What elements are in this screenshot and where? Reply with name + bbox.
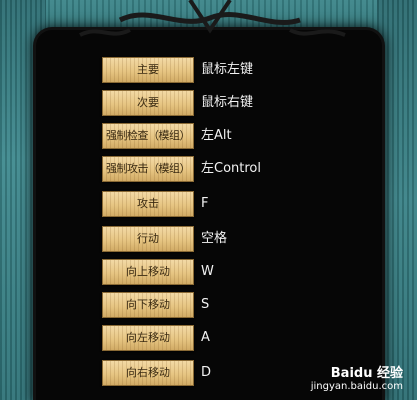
binding-key-label: 空格: [201, 231, 228, 246]
binding-action-button[interactable]: 向下移动: [102, 292, 194, 318]
binding-row: 向上移动 W: [102, 259, 402, 287]
binding-action-button[interactable]: 次要: [102, 90, 194, 116]
watermark: Baidu 经验 jingyan.baidu.com: [311, 362, 403, 392]
binding-row: 强制攻击（模组） 左Control: [102, 156, 402, 184]
watermark-url: jingyan.baidu.com: [310, 381, 403, 392]
binding-row: 攻击 F: [102, 191, 402, 219]
binding-action-button[interactable]: 强制检查（模组）: [102, 123, 194, 149]
binding-key-label: 左Control: [201, 161, 261, 176]
binding-row: 向左移动 A: [102, 325, 402, 353]
binding-key-label: F: [201, 196, 209, 211]
binding-key-label: S: [201, 297, 210, 312]
binding-action-button[interactable]: 向左移动: [102, 325, 194, 351]
ornament-icon: [79, 0, 346, 37]
binding-action-button[interactable]: 攻击: [102, 191, 194, 217]
binding-key-label: D: [201, 365, 212, 380]
binding-key-label: W: [201, 264, 214, 279]
binding-row: 次要 鼠标右键: [102, 90, 402, 118]
binding-action-button[interactable]: 向上移动: [102, 259, 194, 285]
watermark-brand: Baidu 经验: [330, 366, 403, 381]
binding-action-button[interactable]: 强制攻击（模组）: [102, 156, 194, 182]
binding-row: 主要 鼠标左键: [102, 57, 402, 85]
binding-key-label: 鼠标左键: [201, 62, 254, 77]
binding-action-button[interactable]: 主要: [102, 57, 194, 83]
binding-action-button[interactable]: 向右移动: [102, 360, 194, 386]
binding-key-label: A: [201, 330, 210, 345]
binding-action-button[interactable]: 行动: [102, 226, 194, 252]
binding-key-label: 鼠标右键: [201, 95, 254, 110]
binding-row: 行动 空格: [102, 226, 402, 254]
binding-row: 强制检查（模组） 左Alt: [102, 123, 402, 151]
binding-key-label: 左Alt: [201, 128, 232, 143]
binding-row: 向下移动 S: [102, 292, 402, 320]
